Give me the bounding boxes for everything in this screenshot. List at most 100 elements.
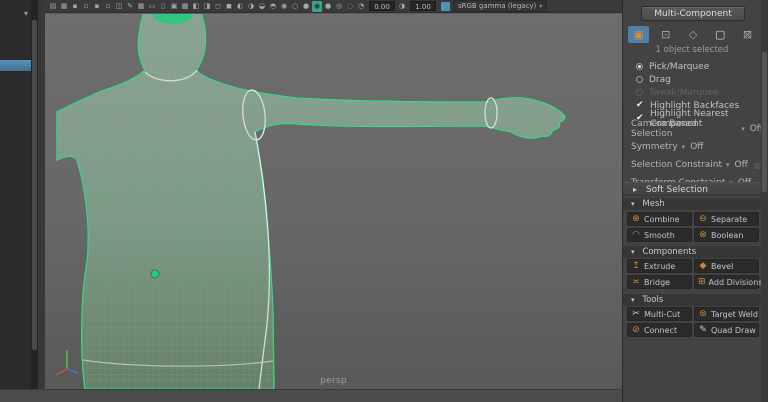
multi-component-button[interactable]: Multi-Component: [641, 6, 745, 21]
button-label: Combine: [644, 214, 680, 224]
button-label: Target Weld: [711, 309, 758, 319]
multi-cut-button[interactable]: ✂ Multi-Cut: [627, 307, 692, 321]
combine-icon: ⊕: [632, 214, 640, 224]
bridge-icon: ≍: [632, 277, 640, 287]
bevel-button[interactable]: ◆ Bevel: [694, 259, 759, 273]
camera-attributes-icon[interactable]: ▫: [81, 1, 91, 12]
section-label: Components: [642, 247, 697, 257]
outliner-selected-row[interactable]: [0, 60, 31, 71]
soft-selection-label: Soft Selection: [645, 185, 708, 195]
image-plane-icon[interactable]: ▫: [103, 1, 113, 12]
outliner-scrollbar[interactable]: [31, 0, 38, 389]
use-default-material-icon[interactable]: ◎: [334, 1, 344, 12]
grease-pencil-icon[interactable]: ✎: [125, 1, 135, 12]
button-label: Add Divisions: [708, 277, 763, 287]
chevron-down-icon: ▾: [631, 200, 635, 208]
axis-gizmo[interactable]: [53, 343, 83, 377]
two-d-pan-zoom-icon[interactable]: ◫: [114, 1, 124, 12]
vertex-mode-icon[interactable]: ⊡: [655, 26, 676, 43]
scrollbar-thumb[interactable]: [762, 52, 767, 192]
view-transform-dropdown[interactable]: sRGB gamma (legacy) ▾: [453, 0, 548, 12]
connect-button[interactable]: ⊘ Connect: [627, 323, 692, 337]
soft-selection-header[interactable]: ▸ Soft Selection: [623, 182, 762, 196]
x-axis: [55, 368, 68, 376]
mesh-buttons: ⊕ Combine ⊖ Separate ◠ Smooth ⊗ Boolean: [627, 212, 761, 242]
wireframe-icon[interactable]: ○: [290, 1, 300, 12]
safe-action-icon[interactable]: ◧: [191, 1, 201, 12]
frame-all-icon[interactable]: ◻: [213, 1, 223, 12]
quad-draw-button[interactable]: ✎ Quad Draw: [694, 323, 759, 337]
gamma-field[interactable]: 1.00: [410, 1, 436, 11]
panel-layout-icon[interactable]: ▤: [48, 1, 58, 12]
wireframe-on-shaded-icon[interactable]: ◉: [312, 0, 322, 12]
add-divisions-button[interactable]: ⊞ Add Divisions: [694, 275, 762, 289]
bevel-icon: ◆: [699, 261, 707, 271]
toolkit-scrollbar[interactable]: [761, 0, 768, 402]
chevron-down-icon: ▾: [631, 296, 635, 304]
radio-pick-marquee[interactable]: Pick/Marquee: [636, 60, 761, 73]
tools-section-header[interactable]: ▾ Tools: [623, 294, 762, 306]
bridge-button[interactable]: ≍ Bridge: [627, 275, 692, 289]
motion-blur-icon[interactable]: ◓: [268, 1, 278, 12]
shading-overlay: [57, 14, 565, 389]
gate-mask-icon[interactable]: ▣: [169, 1, 179, 12]
chevron-down-icon[interactable]: ▾: [24, 9, 28, 18]
components-buttons: ↥ Extrude ◆ Bevel ≍ Bridge ⊞ Add Divisio…: [627, 259, 762, 289]
combine-button[interactable]: ⊕ Combine: [627, 212, 692, 226]
chevron-down-icon: ▾: [539, 3, 543, 10]
button-label: Separate: [711, 214, 748, 224]
resolution-gate-icon[interactable]: ▯: [158, 1, 168, 12]
uv-mode-icon[interactable]: ⊠: [737, 26, 758, 43]
scrollbar-thumb[interactable]: [32, 20, 37, 350]
separate-icon: ⊖: [699, 214, 707, 224]
smooth-button[interactable]: ◠ Smooth: [627, 228, 692, 242]
camera-based-selection-dropdown[interactable]: Camera Based Selection ▾ Off: [631, 119, 763, 139]
button-label: Bevel: [711, 261, 734, 271]
textured-icon[interactable]: ●: [323, 1, 333, 12]
lighting-icon[interactable]: ◐: [235, 1, 245, 12]
film-gate-icon[interactable]: ▭: [147, 1, 157, 12]
chevron-down-icon: ▾: [741, 125, 745, 133]
bookmarks-icon[interactable]: ▪: [92, 1, 102, 12]
radio-tweak-marquee[interactable]: Tweak/Marquee: [636, 86, 761, 99]
radio-icon: [636, 76, 643, 83]
color-management-toggle-icon[interactable]: [441, 1, 450, 11]
viewport-toolbar: ▤ ▦ ▪ ▫ ▪ ▫ ◫ ✎ ▦ ▭ ▯ ▣ ▩ ◧ ◨ ◻ ◼ ◐ ◑ ◒ ◓ ◉ ○ ● ◉ ● ◎ ◌ ◔ 0.00 ◑ 1.…: [45, 0, 622, 13]
xray-icon[interactable]: ◌: [345, 1, 355, 12]
extrude-button[interactable]: ↥ Extrude: [627, 259, 692, 273]
radio-drag[interactable]: Drag: [636, 73, 761, 86]
smooth-shade-icon[interactable]: ●: [301, 1, 311, 12]
viewport-canvas[interactable]: persp: [45, 14, 622, 389]
mesh-section-header[interactable]: ▾ Mesh: [623, 198, 762, 210]
perspective-viewport[interactable]: ▤ ▦ ▪ ▫ ▪ ▫ ◫ ✎ ▦ ▭ ▯ ▣ ▩ ◧ ◨ ◻ ◼ ◐ ◑ ◒ ◓ ◉ ○ ● ◉ ● ◎ ◌ ◔ 0.00 ◑ 1.…: [45, 0, 622, 389]
chevron-down-icon: ▾: [681, 143, 686, 151]
select-camera-icon[interactable]: ▦: [59, 1, 69, 12]
constraint-options-icon[interactable]: ▦: [753, 161, 761, 170]
face-mode-icon[interactable]: ▢: [710, 26, 731, 43]
symmetry-dropdown[interactable]: Symmetry ▾ Off: [631, 138, 763, 156]
button-label: Smooth: [644, 230, 675, 240]
selection-constraint-dropdown[interactable]: Selection Constraint ▾ Off ▦: [631, 156, 763, 174]
field-chart-icon[interactable]: ▩: [180, 1, 190, 12]
grid-icon[interactable]: ▦: [136, 1, 146, 12]
components-section-header[interactable]: ▾ Components: [623, 246, 762, 258]
quad-draw-icon: ✎: [699, 325, 707, 335]
shadows-icon[interactable]: ◑: [246, 1, 256, 12]
section-label: Tools: [642, 295, 664, 305]
boolean-button[interactable]: ⊗ Boolean: [694, 228, 759, 242]
target-weld-button[interactable]: ⊚ Target Weld: [694, 307, 759, 321]
ambient-occlusion-icon[interactable]: ◒: [257, 1, 267, 12]
component-mode-row: ▣ ⊡ ◇ ▢ ⊠: [628, 25, 758, 43]
edge-mode-icon[interactable]: ◇: [683, 26, 704, 43]
lock-camera-icon[interactable]: ▪: [70, 1, 80, 12]
radio-icon: [636, 89, 643, 96]
character-model[interactable]: [45, 14, 622, 389]
frame-selected-icon[interactable]: ◼: [224, 1, 234, 12]
outliner-panel[interactable]: ▾: [0, 0, 31, 389]
object-mode-icon[interactable]: ▣: [628, 25, 649, 43]
exposure-field[interactable]: 0.00: [369, 1, 395, 11]
multisample-aa-icon[interactable]: ◉: [279, 1, 289, 12]
separate-button[interactable]: ⊖ Separate: [694, 212, 759, 226]
safe-title-icon[interactable]: ◨: [202, 1, 212, 12]
button-label: Multi-Cut: [644, 309, 681, 319]
